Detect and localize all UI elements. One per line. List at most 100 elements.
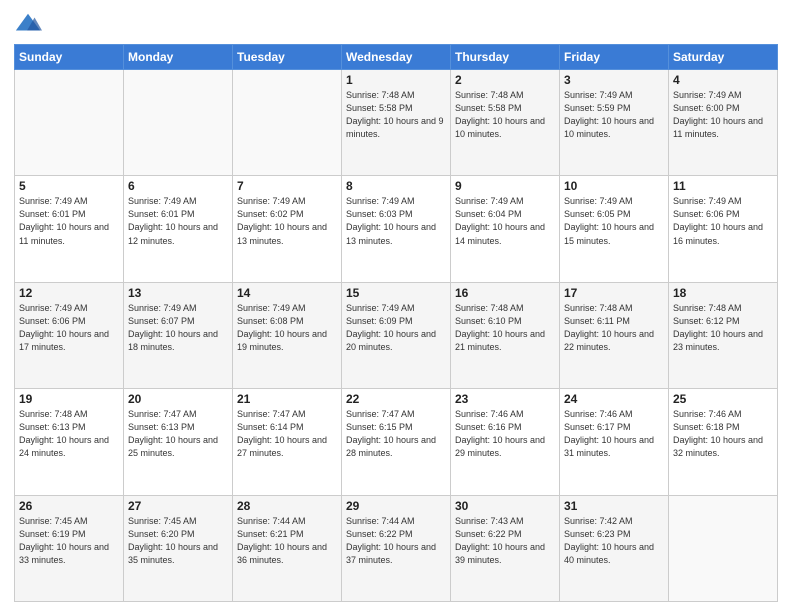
day-info: Sunrise: 7:49 AMSunset: 6:09 PMDaylight:… xyxy=(346,302,446,354)
logo xyxy=(14,10,46,38)
calendar-cell: 11Sunrise: 7:49 AMSunset: 6:06 PMDayligh… xyxy=(669,176,778,282)
day-number: 19 xyxy=(19,392,119,406)
day-header-thursday: Thursday xyxy=(451,45,560,70)
day-info: Sunrise: 7:46 AMSunset: 6:18 PMDaylight:… xyxy=(673,408,773,460)
day-info: Sunrise: 7:48 AMSunset: 6:10 PMDaylight:… xyxy=(455,302,555,354)
day-info: Sunrise: 7:49 AMSunset: 6:05 PMDaylight:… xyxy=(564,195,664,247)
day-number: 11 xyxy=(673,179,773,193)
day-number: 8 xyxy=(346,179,446,193)
day-info: Sunrise: 7:49 AMSunset: 6:01 PMDaylight:… xyxy=(128,195,228,247)
day-number: 2 xyxy=(455,73,555,87)
day-number: 22 xyxy=(346,392,446,406)
day-info: Sunrise: 7:47 AMSunset: 6:14 PMDaylight:… xyxy=(237,408,337,460)
calendar-cell: 19 Sunrise: 7:48 AMSunset: 6:13 PMDayligh… xyxy=(15,389,124,495)
calendar-cell: 30 Sunrise: 7:43 AMSunset: 6:22 PMDayligh… xyxy=(451,495,560,601)
day-info: Sunrise: 7:48 AMSunset: 6:11 PMDaylight:… xyxy=(564,302,664,354)
day-number: 18 xyxy=(673,286,773,300)
calendar-cell: 31 Sunrise: 7:42 AMSunset: 6:23 PMDayligh… xyxy=(560,495,669,601)
day-number: 20 xyxy=(128,392,228,406)
day-number: 27 xyxy=(128,499,228,513)
day-info: Sunrise: 7:49 AMSunset: 6:06 PMDaylight:… xyxy=(19,302,119,354)
day-header-wednesday: Wednesday xyxy=(342,45,451,70)
day-number: 17 xyxy=(564,286,664,300)
day-number: 25 xyxy=(673,392,773,406)
day-number: 31 xyxy=(564,499,664,513)
day-number: 30 xyxy=(455,499,555,513)
calendar-cell: 20 Sunrise: 7:47 AMSunset: 6:13 PMDayligh… xyxy=(124,389,233,495)
calendar-week-3: 12Sunrise: 7:49 AMSunset: 6:06 PMDayligh… xyxy=(15,282,778,388)
calendar-cell xyxy=(669,495,778,601)
calendar-cell: 28Sunrise: 7:44 AMSunset: 6:21 PMDayligh… xyxy=(233,495,342,601)
day-number: 5 xyxy=(19,179,119,193)
day-number: 15 xyxy=(346,286,446,300)
calendar-cell: 23 Sunrise: 7:46 AMSunset: 6:16 PMDayligh… xyxy=(451,389,560,495)
calendar-week-1: 1 Sunrise: 7:48 AMSunset: 5:58 PMDaylight… xyxy=(15,70,778,176)
calendar-cell: 8 Sunrise: 7:49 AMSunset: 6:03 PMDaylight… xyxy=(342,176,451,282)
calendar-cell: 1 Sunrise: 7:48 AMSunset: 5:58 PMDaylight… xyxy=(342,70,451,176)
day-info: Sunrise: 7:45 AMSunset: 6:19 PMDaylight:… xyxy=(19,515,119,567)
day-info: Sunrise: 7:49 AMSunset: 6:08 PMDaylight:… xyxy=(237,302,337,354)
calendar-cell: 22 Sunrise: 7:47 AMSunset: 6:15 PMDayligh… xyxy=(342,389,451,495)
calendar-week-2: 5 Sunrise: 7:49 AMSunset: 6:01 PMDaylight… xyxy=(15,176,778,282)
day-number: 24 xyxy=(564,392,664,406)
calendar-cell: 4Sunrise: 7:49 AMSunset: 6:00 PMDaylight… xyxy=(669,70,778,176)
day-header-sunday: Sunday xyxy=(15,45,124,70)
calendar-cell: 17 Sunrise: 7:48 AMSunset: 6:11 PMDayligh… xyxy=(560,282,669,388)
day-number: 16 xyxy=(455,286,555,300)
day-info: Sunrise: 7:44 AMSunset: 6:21 PMDaylight:… xyxy=(237,515,337,567)
day-info: Sunrise: 7:49 AMSunset: 6:01 PMDaylight:… xyxy=(19,195,119,247)
day-info: Sunrise: 7:47 AMSunset: 6:15 PMDaylight:… xyxy=(346,408,446,460)
day-info: Sunrise: 7:49 AMSunset: 6:03 PMDaylight:… xyxy=(346,195,446,247)
calendar-cell: 29Sunrise: 7:44 AMSunset: 6:22 PMDayligh… xyxy=(342,495,451,601)
calendar-cell xyxy=(124,70,233,176)
day-info: Sunrise: 7:47 AMSunset: 6:13 PMDaylight:… xyxy=(128,408,228,460)
day-info: Sunrise: 7:48 AMSunset: 6:13 PMDaylight:… xyxy=(19,408,119,460)
day-header-saturday: Saturday xyxy=(669,45,778,70)
day-number: 1 xyxy=(346,73,446,87)
day-number: 7 xyxy=(237,179,337,193)
logo-icon xyxy=(14,10,42,38)
day-info: Sunrise: 7:46 AMSunset: 6:17 PMDaylight:… xyxy=(564,408,664,460)
day-number: 6 xyxy=(128,179,228,193)
day-info: Sunrise: 7:49 AMSunset: 6:02 PMDaylight:… xyxy=(237,195,337,247)
day-number: 21 xyxy=(237,392,337,406)
day-number: 4 xyxy=(673,73,773,87)
day-header-monday: Monday xyxy=(124,45,233,70)
page: SundayMondayTuesdayWednesdayThursdayFrid… xyxy=(0,0,792,612)
day-info: Sunrise: 7:48 AMSunset: 5:58 PMDaylight:… xyxy=(346,89,446,141)
day-number: 26 xyxy=(19,499,119,513)
calendar-week-4: 19 Sunrise: 7:48 AMSunset: 6:13 PMDayligh… xyxy=(15,389,778,495)
calendar-cell: 10 Sunrise: 7:49 AMSunset: 6:05 PMDayligh… xyxy=(560,176,669,282)
day-info: Sunrise: 7:49 AMSunset: 6:07 PMDaylight:… xyxy=(128,302,228,354)
day-info: Sunrise: 7:49 AMSunset: 5:59 PMDaylight:… xyxy=(564,89,664,141)
day-number: 3 xyxy=(564,73,664,87)
day-info: Sunrise: 7:48 AMSunset: 5:58 PMDaylight:… xyxy=(455,89,555,141)
day-info: Sunrise: 7:44 AMSunset: 6:22 PMDaylight:… xyxy=(346,515,446,567)
day-info: Sunrise: 7:49 AMSunset: 6:04 PMDaylight:… xyxy=(455,195,555,247)
calendar-cell: 27Sunrise: 7:45 AMSunset: 6:20 PMDayligh… xyxy=(124,495,233,601)
calendar-cell: 3 Sunrise: 7:49 AMSunset: 5:59 PMDaylight… xyxy=(560,70,669,176)
day-info: Sunrise: 7:46 AMSunset: 6:16 PMDaylight:… xyxy=(455,408,555,460)
calendar-cell xyxy=(233,70,342,176)
day-info: Sunrise: 7:42 AMSunset: 6:23 PMDaylight:… xyxy=(564,515,664,567)
day-header-tuesday: Tuesday xyxy=(233,45,342,70)
day-number: 14 xyxy=(237,286,337,300)
calendar-cell: 14 Sunrise: 7:49 AMSunset: 6:08 PMDayligh… xyxy=(233,282,342,388)
calendar-header-row: SundayMondayTuesdayWednesdayThursdayFrid… xyxy=(15,45,778,70)
calendar-cell: 5 Sunrise: 7:49 AMSunset: 6:01 PMDaylight… xyxy=(15,176,124,282)
calendar-cell: 2 Sunrise: 7:48 AMSunset: 5:58 PMDaylight… xyxy=(451,70,560,176)
day-info: Sunrise: 7:48 AMSunset: 6:12 PMDaylight:… xyxy=(673,302,773,354)
day-header-friday: Friday xyxy=(560,45,669,70)
calendar-cell: 12Sunrise: 7:49 AMSunset: 6:06 PMDayligh… xyxy=(15,282,124,388)
calendar-cell: 25 Sunrise: 7:46 AMSunset: 6:18 PMDayligh… xyxy=(669,389,778,495)
calendar-cell: 7 Sunrise: 7:49 AMSunset: 6:02 PMDaylight… xyxy=(233,176,342,282)
day-info: Sunrise: 7:43 AMSunset: 6:22 PMDaylight:… xyxy=(455,515,555,567)
calendar-cell: 18 Sunrise: 7:48 AMSunset: 6:12 PMDayligh… xyxy=(669,282,778,388)
calendar-cell: 24 Sunrise: 7:46 AMSunset: 6:17 PMDayligh… xyxy=(560,389,669,495)
day-number: 10 xyxy=(564,179,664,193)
calendar-cell: 13Sunrise: 7:49 AMSunset: 6:07 PMDayligh… xyxy=(124,282,233,388)
calendar-cell: 6 Sunrise: 7:49 AMSunset: 6:01 PMDaylight… xyxy=(124,176,233,282)
calendar-cell: 21 Sunrise: 7:47 AMSunset: 6:14 PMDayligh… xyxy=(233,389,342,495)
day-number: 23 xyxy=(455,392,555,406)
calendar-week-5: 26 Sunrise: 7:45 AMSunset: 6:19 PMDayligh… xyxy=(15,495,778,601)
